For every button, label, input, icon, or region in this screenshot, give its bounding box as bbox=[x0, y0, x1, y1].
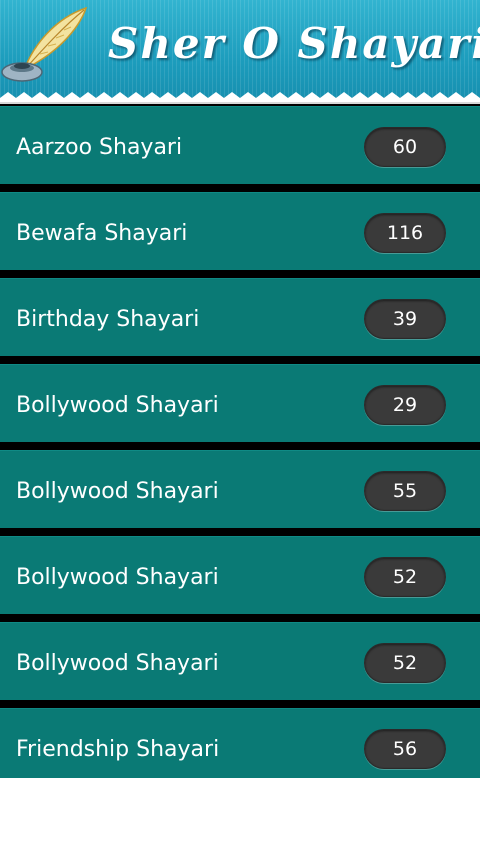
category-row[interactable]: Bollywood Shayari 29 bbox=[0, 364, 480, 442]
category-count-badge: 116 bbox=[364, 213, 446, 253]
category-count-badge: 55 bbox=[364, 471, 446, 511]
category-count-badge: 29 bbox=[364, 385, 446, 425]
category-row[interactable]: Bollywood Shayari 52 bbox=[0, 622, 480, 700]
category-label: Bollywood Shayari bbox=[16, 479, 219, 504]
category-label: Friendship Shayari bbox=[16, 737, 220, 762]
category-label: Aarzoo Shayari bbox=[16, 135, 183, 160]
category-row[interactable]: Aarzoo Shayari 60 bbox=[0, 106, 480, 184]
category-count-badge: 52 bbox=[364, 557, 446, 597]
quill-and-inkpot-icon bbox=[1, 6, 88, 82]
category-label: Bollywood Shayari bbox=[16, 565, 219, 590]
category-label: Bollywood Shayari bbox=[16, 393, 219, 418]
category-count-badge: 60 bbox=[364, 127, 446, 167]
header-zigzag-border bbox=[0, 92, 480, 104]
category-list: Aarzoo Shayari 60 Bewafa Shayari 116 Birthda… bbox=[0, 104, 480, 778]
category-count-badge: 39 bbox=[364, 299, 446, 339]
category-label: Birthday Shayari bbox=[16, 307, 200, 332]
category-count-badge: 56 bbox=[364, 729, 446, 769]
category-row[interactable]: Bollywood Shayari 55 bbox=[0, 450, 480, 528]
app-header: Sher O Shayari bbox=[0, 0, 480, 104]
category-row[interactable]: Bewafa Shayari 116 bbox=[0, 192, 480, 270]
category-row[interactable]: Bollywood Shayari 52 bbox=[0, 536, 480, 614]
category-row[interactable]: Birthday Shayari 39 bbox=[0, 278, 480, 356]
app-title: Sher O Shayari bbox=[108, 19, 480, 68]
category-label: Bewafa Shayari bbox=[16, 221, 188, 246]
category-label: Bollywood Shayari bbox=[16, 651, 219, 676]
category-row[interactable]: Friendship Shayari 56 bbox=[0, 708, 480, 778]
category-count-badge: 52 bbox=[364, 643, 446, 683]
